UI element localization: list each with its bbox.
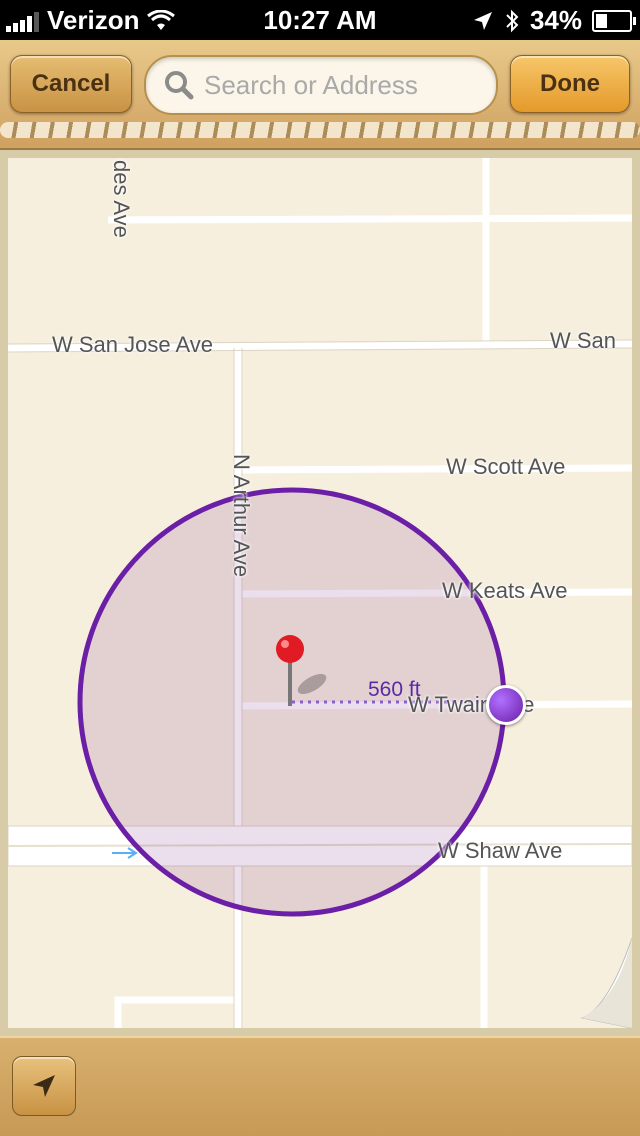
search-icon: [156, 57, 202, 113]
location-arrow-icon: [33, 1075, 55, 1097]
street-label-san-jose: W San Jose Ave: [52, 332, 214, 357]
cancel-button[interactable]: Cancel: [10, 55, 132, 113]
street-label-shaw: W Shaw Ave: [438, 838, 563, 863]
street-label-arthur: N Arthur Ave: [229, 454, 254, 578]
map-view[interactable]: des Ave W San Jose Ave W San W Scott Ave…: [8, 158, 632, 1028]
battery-percent: 34%: [529, 5, 582, 35]
street-label-scott: W Scott Ave: [446, 454, 566, 479]
current-location-button[interactable]: [12, 1056, 76, 1116]
geofence-radius-label: 560 ft: [368, 678, 421, 701]
street-label-san-jose-right: W San: [550, 328, 617, 353]
status-bar: Verizon 10:27 AM 34%: [0, 0, 640, 40]
street-label-top: des Ave: [109, 160, 134, 238]
radius-handle[interactable]: [486, 685, 526, 725]
stitching-decoration: [0, 122, 640, 138]
done-button[interactable]: Done: [510, 55, 630, 113]
street-label-keats: W Keats Ave: [442, 578, 568, 603]
map-frame: des Ave W San Jose Ave W San W Scott Ave…: [0, 150, 640, 1036]
battery-icon: [592, 9, 636, 32]
location-arrow-icon: [473, 11, 492, 30]
bottom-toolbar: [0, 1036, 640, 1136]
search-field[interactable]: [144, 55, 498, 115]
search-input[interactable]: [202, 68, 486, 102]
bluetooth-icon: [506, 9, 519, 32]
status-right: 34%: [472, 5, 636, 36]
map-pin-icon: [276, 635, 327, 706]
location-pin[interactable]: [274, 634, 327, 714]
